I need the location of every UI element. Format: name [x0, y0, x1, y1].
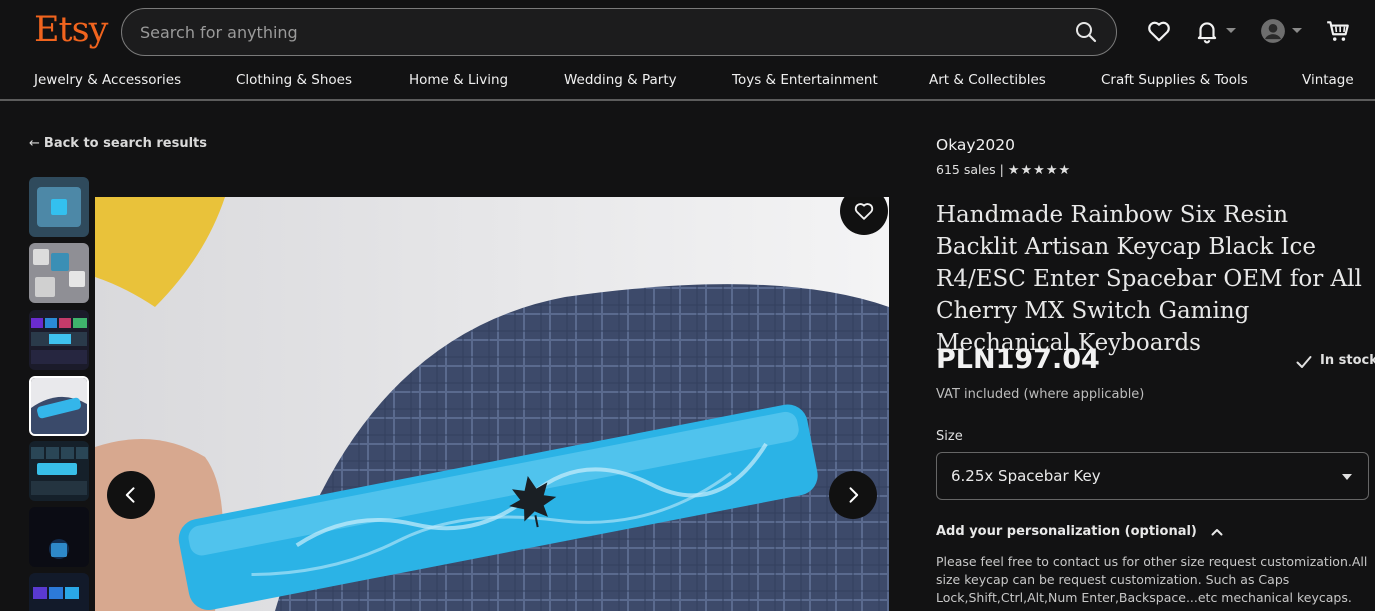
gallery-thumbnail[interactable] — [29, 310, 89, 370]
vat-note: VAT included (where applicable) — [936, 387, 1145, 402]
search-icon[interactable] — [1074, 20, 1098, 44]
product-price: PLN197.04 — [936, 344, 1100, 375]
rating-stars-icon[interactable]: ★★★★★ — [1008, 163, 1071, 178]
gallery-thumbnail[interactable] — [29, 243, 89, 303]
keycap-photo — [95, 197, 889, 611]
sales-rating-row: 615 sales | ★★★★★ — [936, 162, 1071, 178]
separator: | — [999, 162, 1004, 177]
category-wedding[interactable]: Wedding & Party — [564, 72, 677, 88]
notifications-bell-icon[interactable] — [1194, 18, 1220, 44]
gallery-thumbnail[interactable] — [29, 573, 89, 611]
gallery-thumbnail-selected[interactable] — [29, 376, 89, 436]
gallery-thumbnail[interactable] — [29, 507, 89, 567]
category-vintage[interactable]: Vintage — [1302, 72, 1354, 88]
heart-icon — [854, 203, 874, 220]
category-home-living[interactable]: Home & Living — [409, 72, 508, 88]
category-clothing[interactable]: Clothing & Shoes — [236, 72, 352, 88]
search-bar[interactable] — [121, 8, 1117, 56]
favorites-heart-icon[interactable] — [1146, 18, 1172, 44]
notifications-caret-icon[interactable] — [1226, 28, 1236, 33]
shop-name-link[interactable]: Okay2020 — [936, 136, 1015, 154]
size-selected-value: 6.25x Spacebar Key — [951, 467, 1101, 485]
chevron-left-icon — [125, 487, 135, 503]
personalization-instructions: Please feel free to contact us for other… — [936, 554, 1368, 605]
product-title: Handmade Rainbow Six Resin Backlit Artis… — [936, 202, 1362, 356]
previous-image-button[interactable] — [107, 471, 155, 519]
personalization-toggle[interactable]: Add your personalization (optional) — [936, 524, 1223, 539]
sales-count: 615 sales — [936, 162, 996, 177]
stock-label: In stock — [1320, 353, 1375, 368]
category-nav: Jewelry & Accessories Clothing & Shoes H… — [0, 64, 1375, 101]
size-label: Size — [936, 429, 963, 444]
category-jewelry[interactable]: Jewelry & Accessories — [34, 72, 181, 88]
category-craft[interactable]: Craft Supplies & Tools — [1101, 72, 1248, 88]
site-header: Etsy — [0, 0, 1375, 64]
chevron-right-icon — [849, 487, 859, 503]
gallery-thumbnail[interactable] — [29, 441, 89, 501]
next-image-button[interactable] — [829, 471, 877, 519]
category-art[interactable]: Art & Collectibles — [929, 72, 1046, 88]
stock-status: In stock — [1296, 353, 1375, 368]
account-caret-icon[interactable] — [1292, 28, 1302, 33]
check-icon — [1296, 356, 1312, 368]
chevron-up-icon — [1211, 528, 1223, 535]
product-main-image[interactable] — [95, 197, 889, 611]
search-input[interactable] — [140, 9, 1040, 55]
etsy-logo[interactable]: Etsy — [34, 10, 108, 50]
back-arrow-icon: ← — [29, 136, 40, 151]
back-label: Back to search results — [43, 136, 207, 151]
user-avatar-icon[interactable] — [1260, 18, 1286, 44]
dropdown-caret-icon — [1342, 474, 1352, 480]
personalization-label: Add your personalization (optional) — [936, 524, 1197, 539]
size-select[interactable]: 6.25x Spacebar Key — [936, 452, 1369, 500]
back-to-results-link[interactable]: ← Back to search results — [29, 136, 207, 151]
cart-icon[interactable] — [1325, 18, 1351, 44]
category-toys[interactable]: Toys & Entertainment — [732, 72, 878, 88]
gallery-thumbnail[interactable] — [29, 177, 89, 237]
